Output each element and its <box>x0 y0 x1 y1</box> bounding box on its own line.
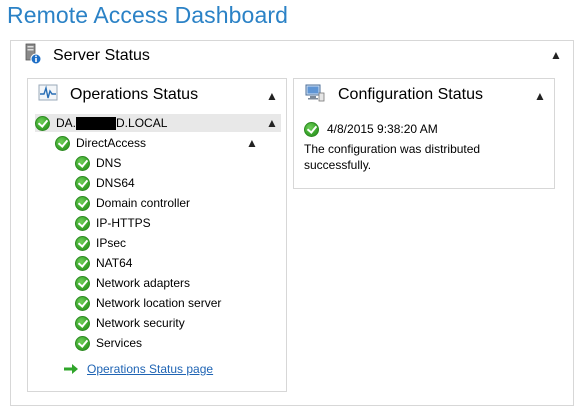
configuration-status-header[interactable]: Configuration Status <box>304 84 483 106</box>
operations-status-panel: Operations Status ▲ DA. D.LOCAL ▲ DirectA… <box>27 78 287 392</box>
page-title: Remote Access Dashboard <box>7 2 288 28</box>
check-ok-icon <box>75 175 90 191</box>
directaccess-row[interactable]: DirectAccess <box>55 134 146 152</box>
configuration-collapse-icon[interactable]: ▲ <box>534 90 546 102</box>
server-status-section: Server Status ▲ Operations Status ▲ DA. D… <box>10 40 574 406</box>
configuration-timestamp-row: 4/8/2015 9:38:20 AM <box>304 121 504 137</box>
check-ok-icon <box>75 255 90 271</box>
check-ok-icon <box>35 115 50 131</box>
check-ok-icon <box>75 155 90 171</box>
operations-status-label: Operations Status <box>70 86 199 103</box>
list-item[interactable]: Domain controller <box>75 194 190 212</box>
heartbeat-monitor-icon <box>38 84 58 107</box>
list-item[interactable]: NAT64 <box>75 254 132 272</box>
directaccess-label: DirectAccess <box>76 136 147 150</box>
operations-collapse-icon[interactable]: ▲ <box>266 90 278 102</box>
server-name-prefix: DA. <box>56 115 77 130</box>
server-status-label: Server Status <box>53 47 150 64</box>
check-ok-icon <box>304 121 319 137</box>
computer-config-icon <box>304 83 326 108</box>
list-item[interactable]: Network adapters <box>75 274 190 292</box>
server-info-icon <box>23 43 43 70</box>
directaccess-collapse-icon[interactable]: ▲ <box>246 137 258 149</box>
check-ok-icon <box>75 195 90 211</box>
list-item[interactable]: IP-HTTPS <box>75 214 151 232</box>
check-ok-icon <box>75 315 90 331</box>
server-status-header[interactable]: Server Status <box>23 43 150 69</box>
server-tree-row[interactable]: DA. D.LOCAL <box>35 114 281 132</box>
list-item[interactable]: DNS <box>75 154 121 172</box>
check-ok-icon <box>55 135 70 151</box>
server-tree-collapse-icon[interactable]: ▲ <box>266 117 278 129</box>
list-item[interactable]: Network location server <box>75 294 221 312</box>
configuration-details: 4/8/2015 9:38:20 AM The configuration wa… <box>304 121 504 173</box>
list-item[interactable]: IPsec <box>75 234 126 252</box>
server-status-collapse-icon[interactable]: ▲ <box>550 49 562 61</box>
list-item[interactable]: DNS64 <box>75 174 135 192</box>
configuration-status-panel: Configuration Status ▲ 4/8/2015 9:38:20 … <box>293 78 555 189</box>
list-item[interactable]: Network security <box>75 314 185 332</box>
check-ok-icon <box>75 215 90 231</box>
operations-status-page-link[interactable]: Operations Status page <box>87 362 213 376</box>
check-ok-icon <box>75 335 90 351</box>
operations-status-header[interactable]: Operations Status <box>38 84 198 106</box>
check-ok-icon <box>75 275 90 291</box>
configuration-timestamp: 4/8/2015 9:38:20 AM <box>327 122 438 136</box>
configuration-message: The configuration was distributed succes… <box>304 142 481 172</box>
check-ok-icon <box>75 295 90 311</box>
list-item[interactable]: Services <box>75 334 142 352</box>
check-ok-icon <box>75 235 90 251</box>
operations-status-link-row: Operations Status page <box>63 362 213 376</box>
server-name-suffix: D.LOCAL <box>116 115 168 130</box>
green-arrow-icon <box>63 363 79 375</box>
configuration-status-label: Configuration Status <box>338 86 483 103</box>
redacted-block <box>76 117 117 131</box>
